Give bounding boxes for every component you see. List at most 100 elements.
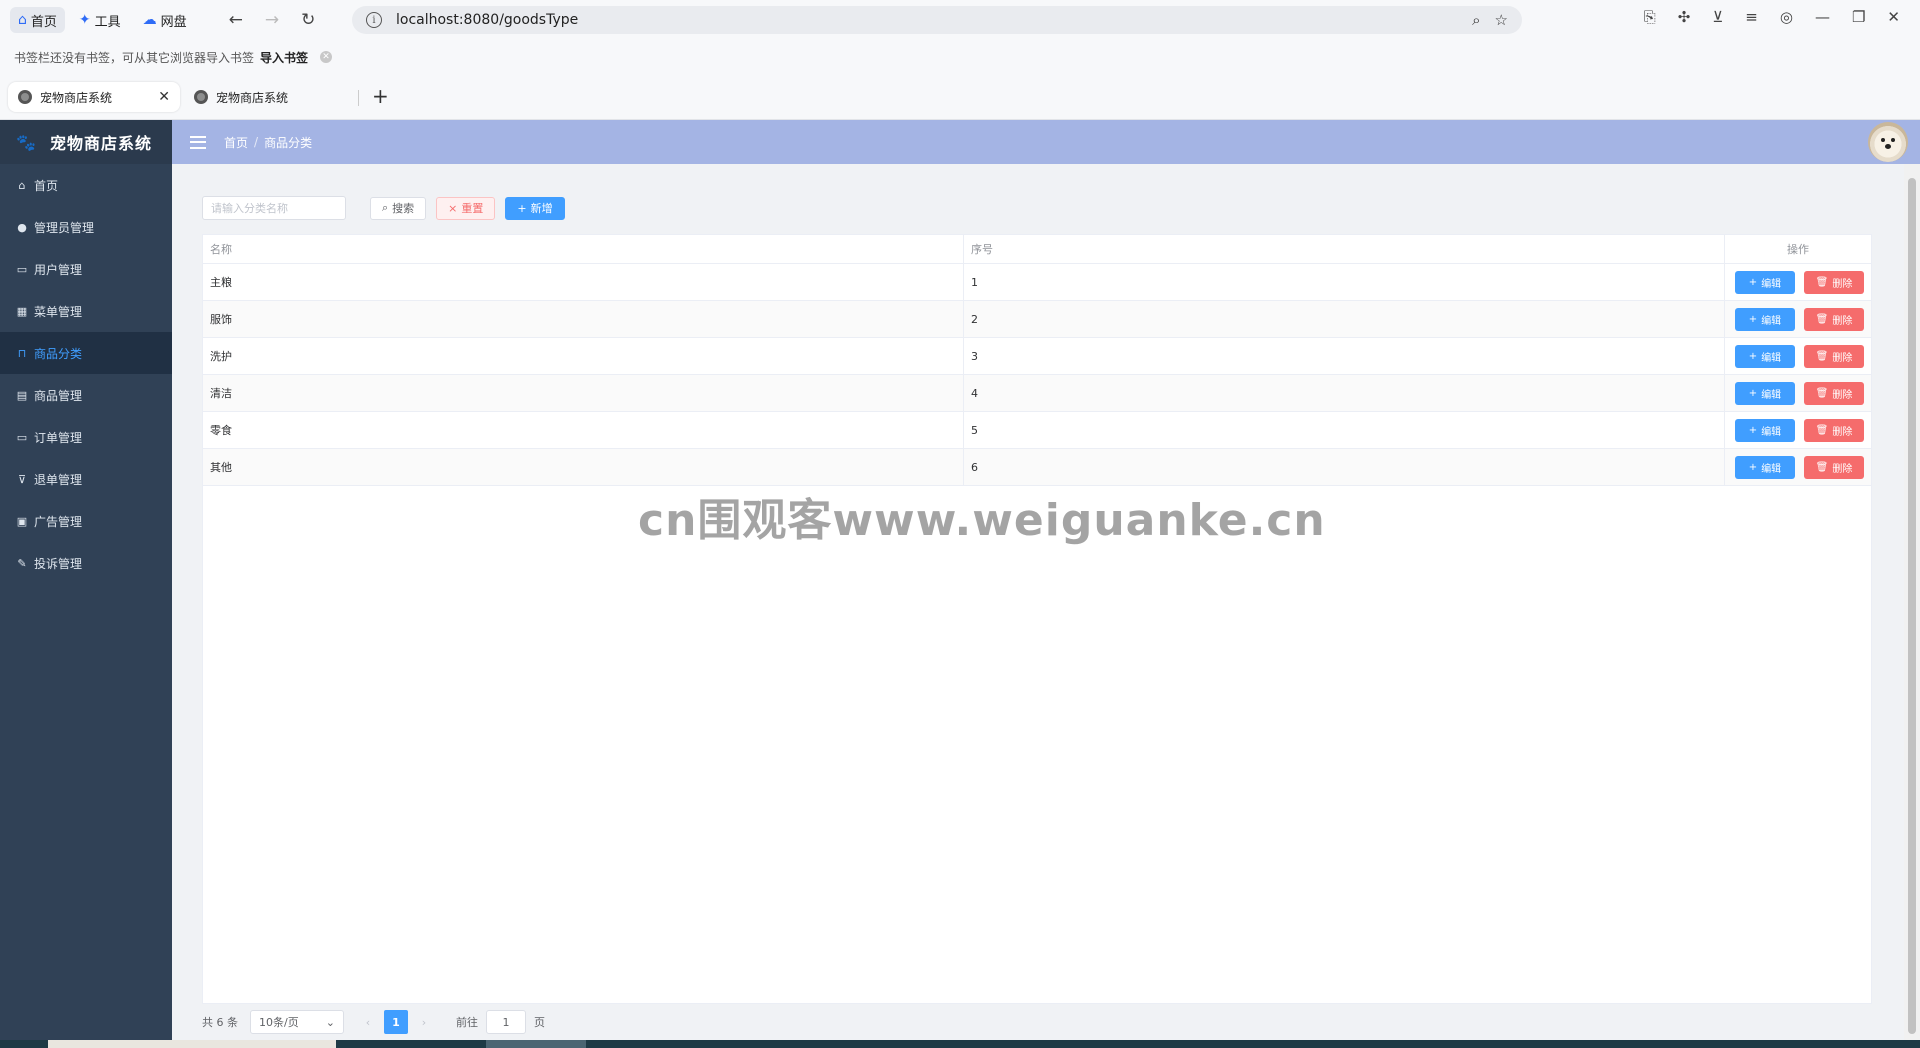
- next-page-icon[interactable]: ›: [418, 1016, 430, 1029]
- close-hint-icon[interactable]: ✕: [320, 51, 333, 63]
- avatar-eye: [1891, 138, 1895, 142]
- restore-icon[interactable]: ❐: [1852, 8, 1865, 26]
- avatar[interactable]: [1868, 122, 1908, 162]
- sidebar-item-users[interactable]: ▭ 用户管理: [0, 248, 172, 290]
- edit-icon: ✎: [17, 556, 27, 570]
- edit-button[interactable]: + 编辑: [1735, 381, 1795, 405]
- cell-seq: 1: [964, 264, 1725, 300]
- collapse-menu-icon[interactable]: [190, 135, 206, 149]
- cell-actions: + 编辑 🗑 删除: [1725, 449, 1871, 485]
- account-icon[interactable]: ◎: [1780, 8, 1793, 26]
- url-text[interactable]: localhost:8080/goodsType: [396, 12, 578, 28]
- quick-tab-tools[interactable]: ✦ 工具: [71, 7, 129, 33]
- new-tab-icon[interactable]: +: [372, 84, 389, 108]
- category-table: 名称 序号 操作 主粮 1 + 编辑 🗑 删除 服饰 2 + 编辑 🗑 删除 洗…: [202, 234, 1872, 1004]
- cart-icon: ⊽: [17, 472, 27, 486]
- column-header-name: 名称: [203, 235, 964, 263]
- category-search-input[interactable]: 请输入分类名称: [202, 196, 346, 220]
- edit-button[interactable]: + 编辑: [1735, 307, 1795, 331]
- reading-mode-icon[interactable]: ⎘: [1644, 8, 1656, 26]
- delete-button[interactable]: 🗑 删除: [1804, 418, 1864, 442]
- delete-button[interactable]: 🗑 删除: [1804, 455, 1864, 479]
- scrollbar[interactable]: [1904, 164, 1920, 1040]
- zoom-icon[interactable]: ⌕: [1472, 11, 1480, 29]
- sidebar-item-label: 订单管理: [34, 430, 83, 445]
- quick-tab-home[interactable]: ⌂ 首页: [10, 7, 65, 33]
- close-window-icon[interactable]: ✕: [1887, 8, 1900, 26]
- download-icon[interactable]: ⊻: [1712, 8, 1723, 26]
- quick-tab-label: 首页: [30, 14, 57, 30]
- scrollbar-thumb[interactable]: [1908, 178, 1916, 1034]
- sidebar-item-ads[interactable]: ▣ 广告管理: [0, 500, 172, 542]
- sidebar-item-menus[interactable]: ▦ 菜单管理: [0, 290, 172, 332]
- close-icon: ×: [448, 201, 458, 215]
- tools-icon: ✦: [78, 12, 91, 28]
- sidebar-item-refunds[interactable]: ⊽ 退单管理: [0, 458, 172, 500]
- delete-button[interactable]: 🗑 删除: [1804, 270, 1864, 294]
- extensions-icon[interactable]: ✣: [1678, 8, 1691, 26]
- search-button-label: 搜索: [392, 202, 415, 215]
- minimize-icon[interactable]: —: [1815, 8, 1830, 26]
- page-jump-input[interactable]: 1: [486, 1010, 526, 1034]
- cell-actions: + 编辑 🗑 删除: [1725, 338, 1871, 374]
- sidebar-item-orders[interactable]: ▭ 订单管理: [0, 416, 172, 458]
- reset-button[interactable]: × 重置: [436, 196, 496, 220]
- sidebar-item-label: 用户管理: [34, 262, 83, 277]
- table-row: 其他 6 + 编辑 🗑 删除: [203, 449, 1871, 486]
- reset-button-label: 重置: [461, 202, 484, 215]
- edit-button[interactable]: + 编辑: [1735, 270, 1795, 294]
- sidebar: 🐾 宠物商店系统 ⌂ 首页 ● 管理员管理 ▭ 用户管理 ▦ 菜单管理 ⊓ 商品…: [0, 120, 172, 1040]
- delete-button[interactable]: 🗑 删除: [1804, 307, 1864, 331]
- table-row: 洗护 3 + 编辑 🗑 删除: [203, 338, 1871, 375]
- table-row: 主粮 1 + 编辑 🗑 删除: [203, 264, 1871, 301]
- sidebar-item-goods-type[interactable]: ⊓ 商品分类: [0, 332, 172, 374]
- plus-icon: +: [1748, 387, 1758, 399]
- current-page-button[interactable]: 1: [384, 1010, 408, 1034]
- breadcrumb-home[interactable]: 首页: [224, 134, 248, 151]
- user-icon: ●: [17, 220, 27, 234]
- trash-icon: 🗑: [1815, 313, 1829, 325]
- cell-actions: + 编辑 🗑 删除: [1725, 412, 1871, 448]
- taskbar-item[interactable]: [486, 1040, 586, 1048]
- quick-tab-label: 网盘: [160, 14, 187, 30]
- sidebar-item-complaints[interactable]: ✎ 投诉管理: [0, 542, 172, 584]
- forward-icon[interactable]: →: [265, 10, 279, 30]
- taskbar-item[interactable]: [48, 1040, 336, 1048]
- table-row: 服饰 2 + 编辑 🗑 删除: [203, 301, 1871, 338]
- edit-button[interactable]: + 编辑: [1735, 455, 1795, 479]
- browser-tab[interactable]: 宠物商店系统: [184, 82, 356, 112]
- page-size-select[interactable]: 10条/页 ⌄: [250, 1010, 344, 1034]
- edit-button[interactable]: + 编辑: [1735, 418, 1795, 442]
- search-icon: ⌕: [382, 201, 389, 214]
- browser-tab-active[interactable]: 宠物商店系统 ✕: [8, 82, 180, 112]
- site-info-icon[interactable]: i: [366, 12, 382, 28]
- address-bar[interactable]: i localhost:8080/goodsType ⌕ ☆: [352, 6, 1522, 34]
- table-row: 清洁 4 + 编辑 🗑 删除: [203, 375, 1871, 412]
- sidebar-item-admins[interactable]: ● 管理员管理: [0, 206, 172, 248]
- menu-icon[interactable]: ≡: [1745, 8, 1758, 26]
- trash-icon: 🗑: [1815, 387, 1829, 399]
- prev-page-icon[interactable]: ‹: [362, 1016, 374, 1029]
- close-tab-icon[interactable]: ✕: [158, 89, 170, 105]
- sidebar-item-home[interactable]: ⌂ 首页: [0, 164, 172, 206]
- delete-button[interactable]: 🗑 删除: [1804, 344, 1864, 368]
- plus-icon: +: [1748, 461, 1758, 473]
- main-content: 请输入分类名称 ⌕ 搜索 × 重置 + 新增 名称 序号 操作 主粮 1 + 编…: [172, 164, 1904, 1040]
- delete-label: 删除: [1832, 426, 1853, 438]
- page-unit-label: 页: [534, 1016, 545, 1029]
- sidebar-item-goods[interactable]: ▤ 商品管理: [0, 374, 172, 416]
- folder-icon: ▭: [16, 262, 28, 276]
- import-bookmarks-link[interactable]: 导入书签: [260, 49, 308, 66]
- edit-button[interactable]: + 编辑: [1735, 344, 1795, 368]
- table-header: 名称 序号 操作: [203, 235, 1871, 264]
- add-button[interactable]: + 新增: [505, 196, 565, 220]
- delete-button[interactable]: 🗑 删除: [1804, 381, 1864, 405]
- cell-name: 服饰: [203, 301, 964, 337]
- avatar-nose: [1885, 144, 1891, 149]
- reload-icon[interactable]: ↻: [301, 10, 315, 30]
- quick-tab-cloud[interactable]: ☁ 网盘: [135, 7, 195, 33]
- search-button[interactable]: ⌕ 搜索: [370, 196, 427, 220]
- back-icon[interactable]: ←: [229, 10, 243, 30]
- bookmark-star-icon[interactable]: ☆: [1495, 11, 1508, 29]
- watermark: cn围观客www.weiguanke.cn: [638, 495, 1326, 546]
